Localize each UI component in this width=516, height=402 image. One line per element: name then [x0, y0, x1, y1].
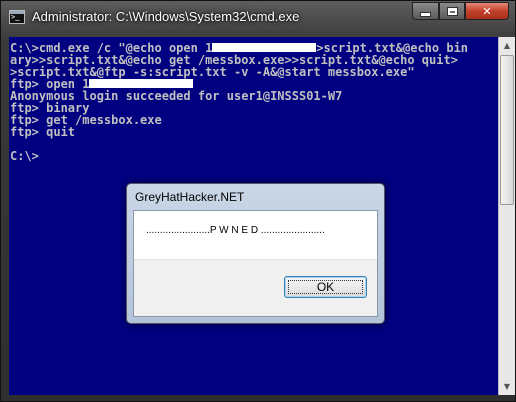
- console-text: C:\>cmd.exe /c "@echo open 1 >script.txt&…: [9, 37, 498, 162]
- caption-buttons: ✕: [412, 2, 509, 21]
- chevron-down-icon: ▼: [503, 382, 511, 391]
- minimize-icon: [420, 11, 431, 17]
- dialog-footer: OK: [134, 259, 377, 316]
- maximize-icon: [446, 6, 458, 16]
- scroll-thumb[interactable]: [500, 55, 514, 205]
- redacted-ip: [212, 43, 317, 52]
- chevron-up-icon: ▲: [503, 41, 511, 50]
- dialog-body: .......................P W N E D .......…: [133, 210, 378, 317]
- title-bar[interactable]: Administrator: C:\Windows\System32\cmd.e…: [1, 1, 515, 35]
- redacted-ip: [89, 79, 194, 88]
- maximize-button[interactable]: [439, 2, 465, 20]
- focus-rectangle: [288, 280, 363, 294]
- dialog-message: .......................P W N E D .......…: [146, 225, 325, 236]
- ok-button[interactable]: OK: [284, 276, 367, 298]
- console-line: ftp> quit: [10, 125, 76, 139]
- window-title: Administrator: C:\Windows\System32\cmd.e…: [32, 9, 300, 24]
- vertical-scrollbar[interactable]: ▲ ▼: [498, 37, 515, 395]
- scroll-down-button[interactable]: ▼: [499, 378, 515, 395]
- close-icon: ✕: [482, 4, 492, 18]
- message-box: GreyHatHacker.NET ......................…: [126, 183, 385, 324]
- cmd-icon[interactable]: [9, 10, 25, 24]
- dialog-title[interactable]: GreyHatHacker.NET: [135, 190, 244, 204]
- scroll-up-button[interactable]: ▲: [499, 37, 515, 54]
- minimize-button[interactable]: [412, 2, 439, 20]
- console-prompt: C:\>: [10, 149, 39, 163]
- close-button[interactable]: ✕: [465, 2, 509, 20]
